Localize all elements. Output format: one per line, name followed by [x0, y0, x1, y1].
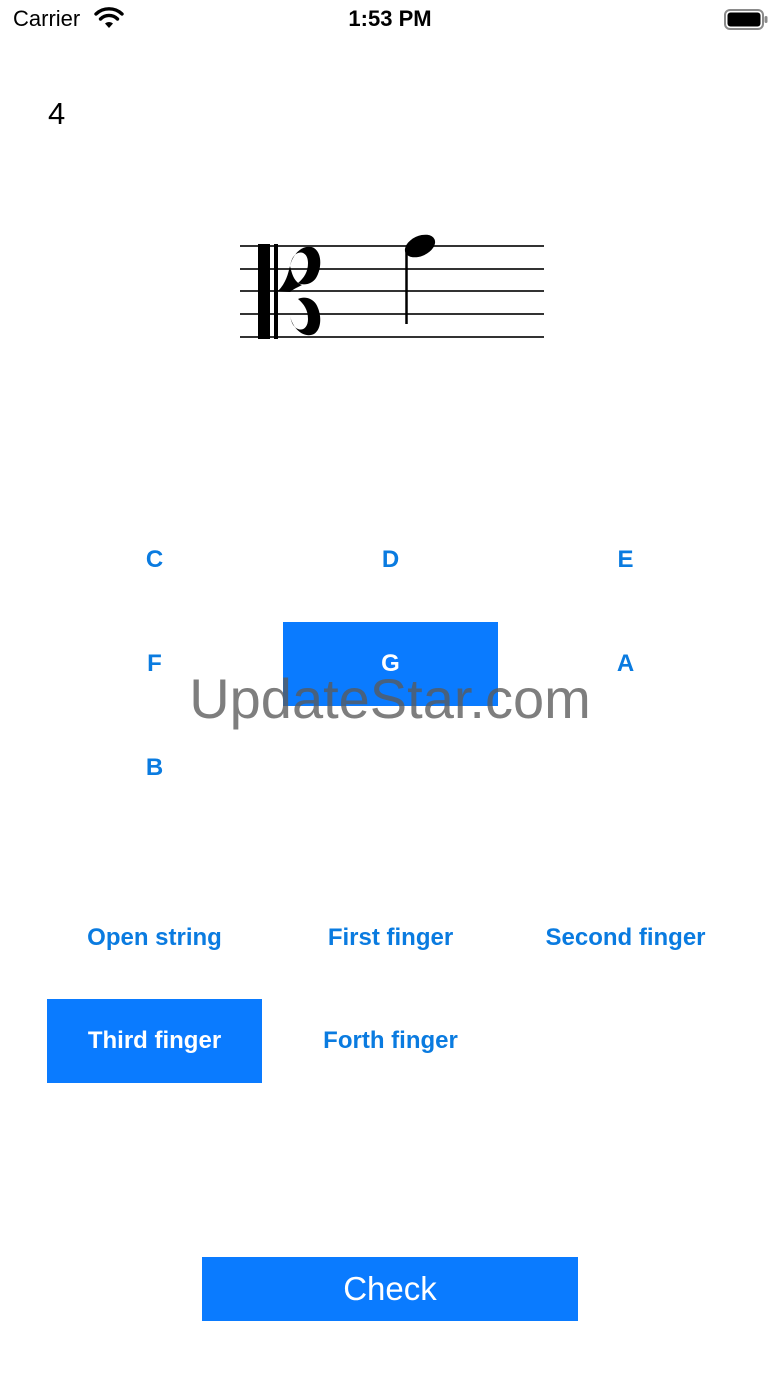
note-e-button[interactable]: E	[518, 518, 733, 602]
status-time: 1:53 PM	[348, 6, 432, 31]
note-b-button[interactable]: B	[47, 726, 262, 810]
note-d-button[interactable]: D	[283, 518, 498, 602]
finger-first-finger-button[interactable]: First finger	[283, 896, 498, 980]
note-f-button[interactable]: F	[47, 622, 262, 706]
music-staff	[240, 234, 544, 339]
quarter-note-icon	[404, 234, 436, 324]
screen: Carrier 1:53 PM 4 C D E F G A B Open str…	[0, 0, 780, 1387]
finger-third-finger-button[interactable]: Third finger	[47, 999, 262, 1083]
note-g-button[interactable]: G	[283, 622, 498, 706]
finger-forth-finger-button[interactable]: Forth finger	[283, 999, 498, 1083]
status-bar: Carrier 1:53 PM	[0, 0, 780, 40]
finger-open-string-button[interactable]: Open string	[47, 896, 262, 980]
note-c-button[interactable]: C	[47, 518, 262, 602]
finger-second-finger-button[interactable]: Second finger	[518, 896, 733, 980]
battery-icon	[724, 9, 768, 30]
note-a-button[interactable]: A	[518, 622, 733, 706]
question-counter: 4	[48, 96, 66, 131]
check-button[interactable]: Check	[202, 1257, 578, 1321]
